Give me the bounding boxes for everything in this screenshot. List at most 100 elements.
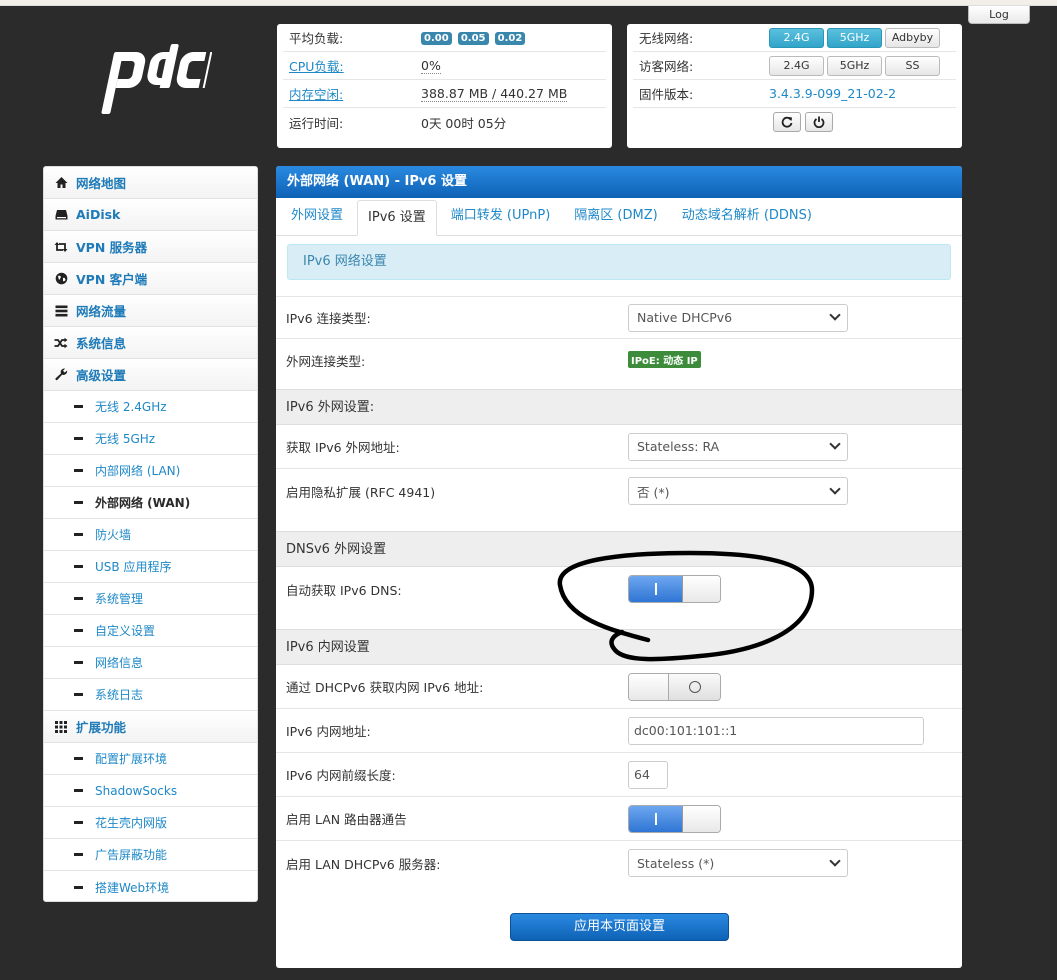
sidebar-item-label: VPN 服务器 bbox=[76, 240, 148, 255]
status-cpu-row: CPU负载: 0% bbox=[283, 52, 606, 80]
adbyby-button[interactable]: Adbyby bbox=[885, 27, 940, 48]
sidebar-menu: 网络地图 AiDisk VPN 服务器 VPN 客户端 网络流量 系统信息 高级… bbox=[43, 166, 258, 902]
privacy-row: 启用隐私扩展 (RFC 4941) 否 (*) bbox=[276, 469, 962, 513]
sidebar-item-label: 网络地图 bbox=[76, 176, 127, 191]
get-addr-value: Stateless: RA bbox=[637, 439, 720, 454]
power-row bbox=[633, 108, 956, 136]
lan-addr-input[interactable]: dc00:101:101::1 bbox=[628, 716, 924, 745]
firmware-label: 固件版本: bbox=[639, 87, 694, 102]
sidebar-sub-ext-env[interactable]: 配置扩展环境 bbox=[44, 743, 257, 775]
sidebar-item-network-map[interactable]: 网络地图 bbox=[44, 167, 257, 199]
dhcp-lan-toggle[interactable] bbox=[628, 672, 721, 701]
section-ipv6-lan: IPv6 内网设置 bbox=[276, 629, 962, 665]
router-adv-row: 启用 LAN 路由器通告 bbox=[276, 797, 962, 841]
sidebar-item-extensions[interactable]: 扩展功能 bbox=[44, 711, 257, 743]
sidebar-sub-netinfo[interactable]: 网络信息 bbox=[44, 647, 257, 679]
mem-link[interactable]: 内存空闲: bbox=[283, 84, 421, 103]
firmware-version[interactable]: 3.4.3.9-099_21-02-2 bbox=[769, 86, 896, 101]
sidebar-item-vpn-client[interactable]: VPN 客户端 bbox=[44, 263, 257, 295]
sidebar-sub-firewall[interactable]: 防火墙 bbox=[44, 519, 257, 551]
wireless-24g-button[interactable]: 2.4G bbox=[769, 27, 824, 48]
sidebar-sub-label: 网络信息 bbox=[95, 656, 144, 670]
sidebar-sub-wireless-5[interactable]: 无线 5GHz bbox=[44, 423, 257, 455]
dhcp-lan-row: 通过 DHCPv6 获取内网 IPv6 地址: bbox=[276, 665, 962, 709]
wireless-label: 无线网络: bbox=[639, 31, 694, 46]
sidebar-item-label: VPN 客户端 bbox=[76, 272, 148, 287]
sidebar-item-sysinfo[interactable]: 系统信息 bbox=[44, 327, 257, 359]
sidebar-item-traffic[interactable]: 网络流量 bbox=[44, 295, 257, 327]
sidebar-sub-web-env[interactable]: 搭建Web环境 bbox=[44, 871, 257, 901]
auto-dns-toggle[interactable] bbox=[628, 575, 721, 603]
sidebar-sub-usb[interactable]: USB 应用程序 bbox=[44, 551, 257, 583]
sidebar-sub-label: 自定义设置 bbox=[95, 624, 156, 638]
prefix-input[interactable]: 64 bbox=[628, 760, 668, 789]
sidebar-sub-admin[interactable]: 系统管理 bbox=[44, 583, 257, 615]
apply-button[interactable]: 应用本页面设置 bbox=[510, 913, 729, 941]
uptime-value: 0天 00时 05分 bbox=[421, 115, 507, 131]
prefix-row: IPv6 内网前缀长度: 64 bbox=[276, 753, 962, 797]
dhcp-server-select[interactable]: Stateless (*) bbox=[628, 849, 848, 877]
sidebar-sub-syslog[interactable]: 系统日志 bbox=[44, 679, 257, 711]
sidebar-sub-custom[interactable]: 自定义设置 bbox=[44, 615, 257, 647]
dash-icon bbox=[74, 821, 83, 824]
tab-upnp[interactable]: 端口转发 (UPnP) bbox=[441, 199, 560, 235]
sidebar-sub-label: 配置扩展环境 bbox=[95, 752, 168, 766]
guest-label: 访客网络: bbox=[639, 59, 694, 74]
router-adv-label: 启用 LAN 路由器通告 bbox=[286, 812, 407, 827]
cpu-link[interactable]: CPU负载: bbox=[283, 56, 421, 75]
retweet-icon bbox=[54, 240, 68, 254]
sidebar-item-aidisk[interactable]: AiDisk bbox=[44, 199, 257, 231]
dash-icon bbox=[74, 757, 83, 760]
guest-24g-button[interactable]: 2.4G bbox=[769, 55, 824, 76]
sidebar-sub-label: 无线 2.4GHz bbox=[95, 400, 167, 414]
sidebar-sub-label: 防火墙 bbox=[95, 528, 132, 542]
tab-ddns[interactable]: 动态域名解析 (DDNS) bbox=[672, 199, 822, 235]
conn-type-row: IPv6 连接类型: Native DHCPv6 bbox=[276, 297, 962, 339]
sidebar-sub-label: 广告屏蔽功能 bbox=[95, 848, 168, 862]
reboot-button[interactable] bbox=[773, 112, 801, 132]
sidebar-sub-oray[interactable]: 花生壳内网版 bbox=[44, 807, 257, 839]
conn-type-select[interactable]: Native DHCPv6 bbox=[628, 303, 848, 332]
sidebar-sub-label: 无线 5GHz bbox=[95, 432, 156, 446]
load-5min: 0.05 bbox=[457, 32, 489, 45]
sidebar-sub-adblock[interactable]: 广告屏蔽功能 bbox=[44, 839, 257, 871]
list-icon bbox=[54, 304, 68, 318]
uptime-label: 运行时间: bbox=[289, 115, 344, 131]
power-icon bbox=[813, 116, 825, 128]
status-load-row: 平均负载: 0.00 0.05 0.02 bbox=[283, 24, 606, 52]
wan-type-row: 外网连接类型: IPoE: 动态 IP bbox=[276, 339, 962, 381]
dhcp-server-value: Stateless (*) bbox=[637, 855, 715, 871]
logo bbox=[96, 44, 213, 124]
privacy-select[interactable]: 否 (*) bbox=[628, 477, 848, 505]
top-strip bbox=[0, 0, 1057, 6]
dash-icon bbox=[74, 533, 83, 536]
globe-icon bbox=[54, 272, 68, 286]
tab-ipv6[interactable]: IPv6 设置 bbox=[357, 200, 437, 236]
dhcp-server-row: 启用 LAN DHCPv6 服务器: Stateless (*) bbox=[276, 841, 962, 885]
sidebar-item-vpn-server[interactable]: VPN 服务器 bbox=[44, 231, 257, 263]
main-panel: 外部网络 (WAN) - IPv6 设置 外网设置 IPv6 设置 端口转发 (… bbox=[276, 166, 962, 968]
sidebar-sub-shadowsocks[interactable]: ShadowSocks bbox=[44, 775, 257, 807]
section-ipv6-wan: IPv6 外网设置: bbox=[276, 389, 962, 425]
shutdown-button[interactable] bbox=[805, 112, 833, 132]
sidebar-item-advanced[interactable]: 高级设置 bbox=[44, 359, 257, 391]
tab-wan-settings[interactable]: 外网设置 bbox=[281, 199, 353, 235]
tab-dmz[interactable]: 隔离区 (DMZ) bbox=[564, 199, 667, 235]
lan-addr-row: IPv6 内网地址: dc00:101:101::1 bbox=[276, 709, 962, 753]
dhcp-server-label: 启用 LAN DHCPv6 服务器: bbox=[286, 856, 441, 872]
get-addr-select[interactable]: Stateless: RA bbox=[628, 432, 848, 461]
sidebar-sub-lan[interactable]: 内部网络 (LAN) bbox=[44, 455, 257, 487]
status-mem-row: 内存空闲: 388.87 MB / 440.27 MB bbox=[283, 80, 606, 108]
log-button[interactable]: Log bbox=[968, 6, 1030, 24]
sidebar-sub-wireless-24[interactable]: 无线 2.4GHz bbox=[44, 391, 257, 423]
dash-icon bbox=[74, 629, 83, 632]
guest-5g-button[interactable]: 5GHz bbox=[827, 55, 882, 76]
wireless-5g-button[interactable]: 5GHz bbox=[827, 27, 882, 48]
status-uptime-row: 运行时间: 0天 00时 05分 bbox=[283, 108, 606, 136]
firmware-row: 固件版本: 3.4.3.9-099_21-02-2 bbox=[633, 80, 956, 108]
ss-button[interactable]: SS bbox=[885, 55, 940, 76]
random-icon bbox=[54, 336, 68, 350]
dash-icon bbox=[74, 853, 83, 856]
sidebar-sub-wan[interactable]: 外部网络 (WAN) bbox=[44, 487, 257, 519]
router-adv-toggle[interactable] bbox=[628, 804, 721, 833]
